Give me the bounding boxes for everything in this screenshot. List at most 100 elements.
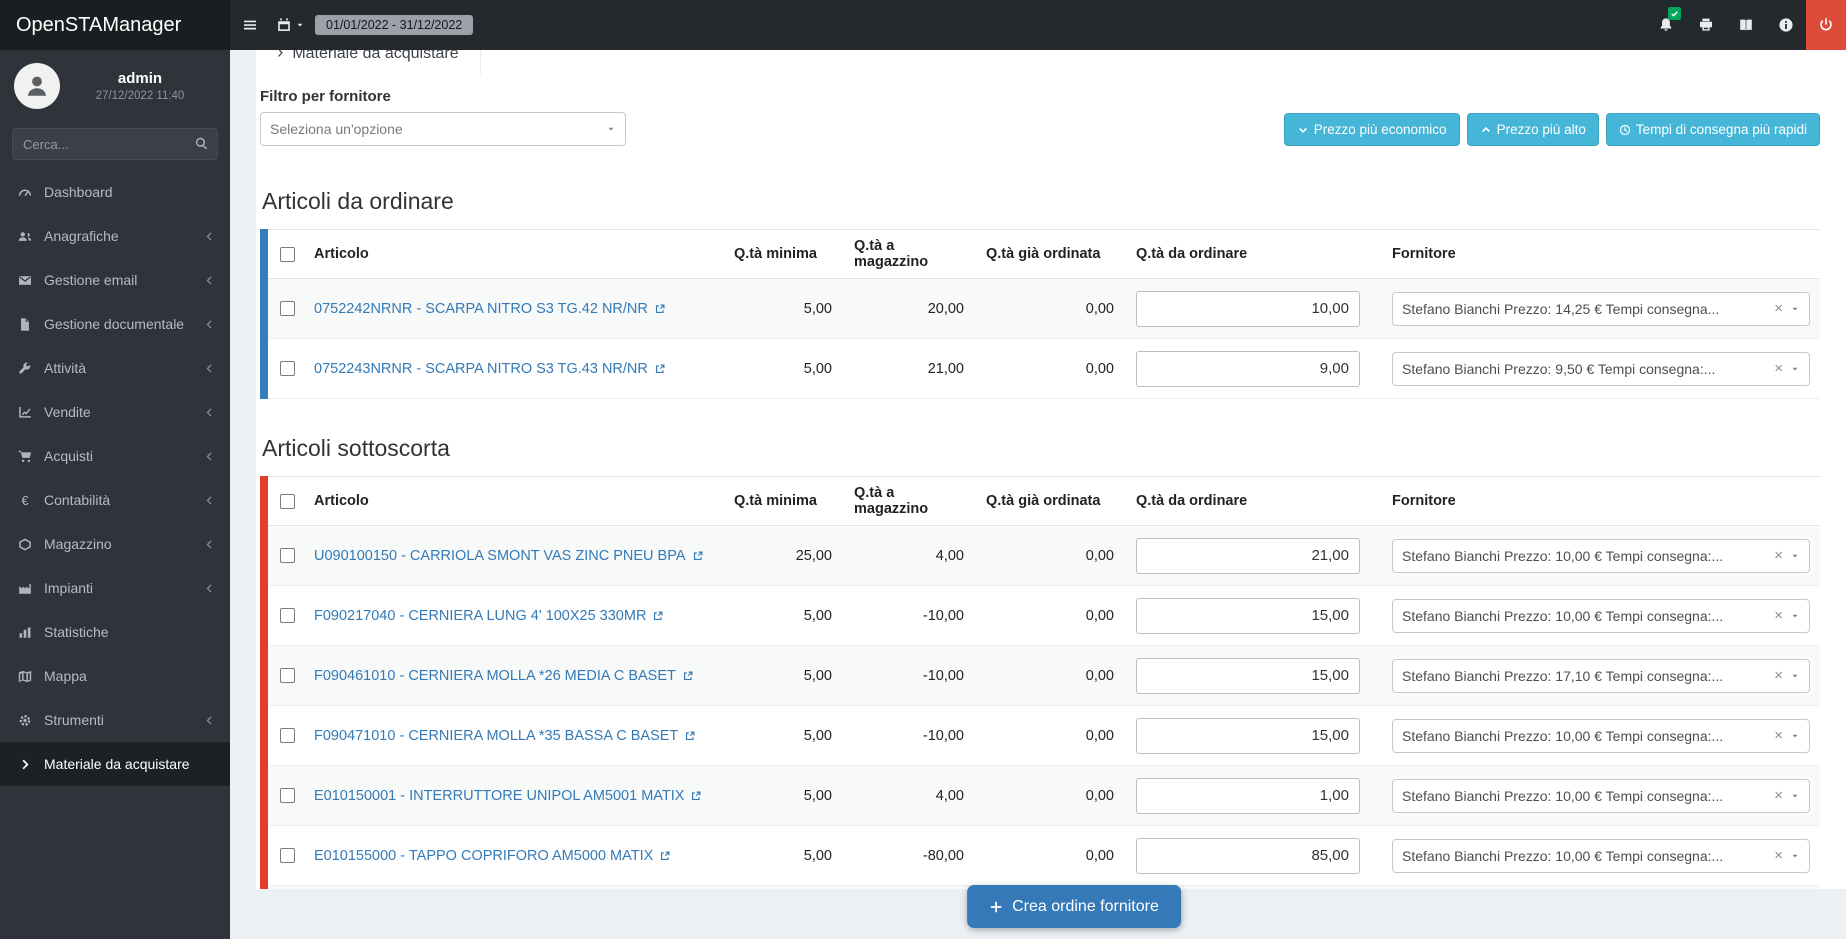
articles-table: ArticoloQ.tà minimaQ.tà a magazzinoQ.tà … [260,229,1820,399]
sidebar-item-contabilit[interactable]: €Contabilità [0,478,230,522]
section-stripe [260,476,268,889]
topbar: OpenSTAManager 01/01/2022 - 31/12/2022 [0,0,1846,50]
caret-down-icon [1790,851,1800,861]
sidebar-item-attivit[interactable]: Attività [0,346,230,390]
article-row: F090471010 - CERNIERA MOLLA *35 BASSA C … [268,706,1820,766]
article-link[interactable]: 0752243NRNR - SCARPA NITRO S3 TG.43 NR/N… [314,361,666,377]
filter-placeholder: Seleziona un'opzione [270,121,599,137]
date-range-badge[interactable]: 01/01/2022 - 31/12/2022 [315,15,473,35]
row-checkbox[interactable] [280,608,295,623]
logout-button[interactable] [1806,0,1846,50]
supplier-select[interactable]: Stefano Bianchi Prezzo: 17,10 € Tempi co… [1392,659,1810,693]
sidebar-search [12,128,218,160]
button-label: Prezzo più economico [1314,122,1447,137]
sidebar-item-mappa[interactable]: Mappa [0,654,230,698]
chevron-down-icon [1297,124,1309,136]
qty-gia-ordinata: 0,00 [978,279,1128,339]
row-checkbox[interactable] [280,301,295,316]
create-supplier-order-button[interactable]: Crea ordine fornitore [967,885,1181,928]
article-link[interactable]: 0752242NRNR - SCARPA NITRO S3 TG.42 NR/N… [314,301,666,317]
angle-left-icon [203,538,216,551]
clear-selection[interactable]: × [1774,548,1783,563]
select-all-checkbox[interactable] [280,247,295,262]
sidebar-item-magazzino[interactable]: Magazzino [0,522,230,566]
article-link[interactable]: F090461010 - CERNIERA MOLLA *26 MEDIA C … [314,668,694,684]
search-icon[interactable] [194,136,209,151]
period-picker-button[interactable] [270,0,311,50]
article-link[interactable]: F090471010 - CERNIERA MOLLA *35 BASSA C … [314,728,696,744]
clear-selection[interactable]: × [1774,301,1783,316]
row-checkbox[interactable] [280,668,295,683]
clear-selection[interactable]: × [1774,728,1783,743]
sidebar-item-gestione-documentale[interactable]: Gestione documentale [0,302,230,346]
info-button[interactable] [1766,0,1806,50]
manual-button[interactable] [1726,0,1766,50]
supplier-filter-select[interactable]: Seleziona un'opzione [260,112,626,146]
app-brand[interactable]: OpenSTAManager [0,0,230,50]
button-label: Tempi di consegna più rapidi [1636,122,1807,137]
clear-selection[interactable]: × [1774,788,1783,803]
envelope-icon [17,273,33,288]
external-link-icon [682,670,694,682]
sidebar-toggle-button[interactable] [230,0,270,50]
article-row: 0752243NRNR - SCARPA NITRO S3 TG.43 NR/N… [268,339,1820,399]
sidebar-item-strumenti[interactable]: Strumenti [0,698,230,742]
column-header-q-t-gi-ordinata: Q.tà già ordinata [978,477,1128,526]
sidebar-item-acquisti[interactable]: Acquisti [0,434,230,478]
sidebar-item-statistiche[interactable]: Statistiche [0,610,230,654]
sidebar-item-impianti[interactable]: Impianti [0,566,230,610]
row-checkbox[interactable] [280,361,295,376]
article-link[interactable]: E010155000 - TAPPO COPRIFORO AM5000 MATI… [314,848,671,864]
supplier-select-value: Stefano Bianchi Prezzo: 10,00 € Tempi co… [1402,848,1767,864]
caret-down-icon [1790,551,1800,561]
print-icon [1698,17,1714,33]
supplier-filter: Filtro per fornitore Seleziona un'opzion… [260,88,626,146]
supplier-select[interactable]: Stefano Bianchi Prezzo: 14,25 € Tempi co… [1392,292,1810,326]
supplier-select[interactable]: Stefano Bianchi Prezzo: 10,00 € Tempi co… [1392,539,1810,573]
sidebar-item-label: Acquisti [44,448,192,464]
article-link[interactable]: E010150001 - INTERRUTTORE UNIPOL AM5001 … [314,788,702,804]
qty-da-ordinare-input[interactable] [1136,778,1360,814]
row-checkbox[interactable] [280,728,295,743]
supplier-select[interactable]: Stefano Bianchi Prezzo: 10,00 € Tempi co… [1392,779,1810,813]
print-button[interactable] [1686,0,1726,50]
sidebar-item-vendite[interactable]: Vendite [0,390,230,434]
qty-da-ordinare-input[interactable] [1136,718,1360,754]
supplier-select[interactable]: Stefano Bianchi Prezzo: 9,50 € Tempi con… [1392,352,1810,386]
sidebar-item-materiale-da-acquistare[interactable]: Materiale da acquistare [0,742,230,786]
supplier-select[interactable]: Stefano Bianchi Prezzo: 10,00 € Tempi co… [1392,719,1810,753]
user-name: admin [60,70,220,87]
qty-da-ordinare-input[interactable] [1136,658,1360,694]
supplier-select[interactable]: Stefano Bianchi Prezzo: 10,00 € Tempi co… [1392,839,1810,873]
row-checkbox[interactable] [280,548,295,563]
sidebar-item-anagrafiche[interactable]: Anagrafiche [0,214,230,258]
supplier-select[interactable]: Stefano Bianchi Prezzo: 10,00 € Tempi co… [1392,599,1810,633]
main-content: › Materiale da acquistare Filtro per for… [230,0,1846,889]
clear-selection[interactable]: × [1774,668,1783,683]
qty-minima: 5,00 [726,886,846,890]
qty-da-ordinare-input[interactable] [1136,838,1360,874]
tempi-di-consegna-pi-rapidi-button[interactable]: Tempi di consegna più rapidi [1606,113,1820,146]
sidebar-item-gestione-email[interactable]: Gestione email [0,258,230,302]
notifications-button[interactable] [1646,0,1686,50]
article-link[interactable]: F090217040 - CERNIERA LUNG 4' 100X25 330… [314,608,664,624]
article-row: F090217040 - CERNIERA LUNG 4' 100X25 330… [268,586,1820,646]
clear-selection[interactable]: × [1774,361,1783,376]
row-checkbox[interactable] [280,788,295,803]
clear-selection[interactable]: × [1774,608,1783,623]
clear-selection[interactable]: × [1774,848,1783,863]
qty-da-ordinare-input[interactable] [1136,291,1360,327]
article-link[interactable]: U090100150 - CARRIOLA SMONT VAS ZINC PNE… [314,548,704,564]
select-all-checkbox[interactable] [280,494,295,509]
plus-icon [989,900,1003,914]
qty-da-ordinare-input[interactable] [1136,538,1360,574]
qty-da-ordinare-input[interactable] [1136,598,1360,634]
prezzo-pi-alto-button[interactable]: Prezzo più alto [1467,113,1599,146]
sidebar-item-dashboard[interactable]: Dashboard [0,170,230,214]
cart-icon [17,449,33,464]
row-checkbox[interactable] [280,848,295,863]
qty-da-ordinare-input[interactable] [1136,351,1360,387]
prezzo-pi-economico-button[interactable]: Prezzo più economico [1284,113,1460,146]
search-input[interactable] [12,128,218,160]
angle-left-icon [203,318,216,331]
